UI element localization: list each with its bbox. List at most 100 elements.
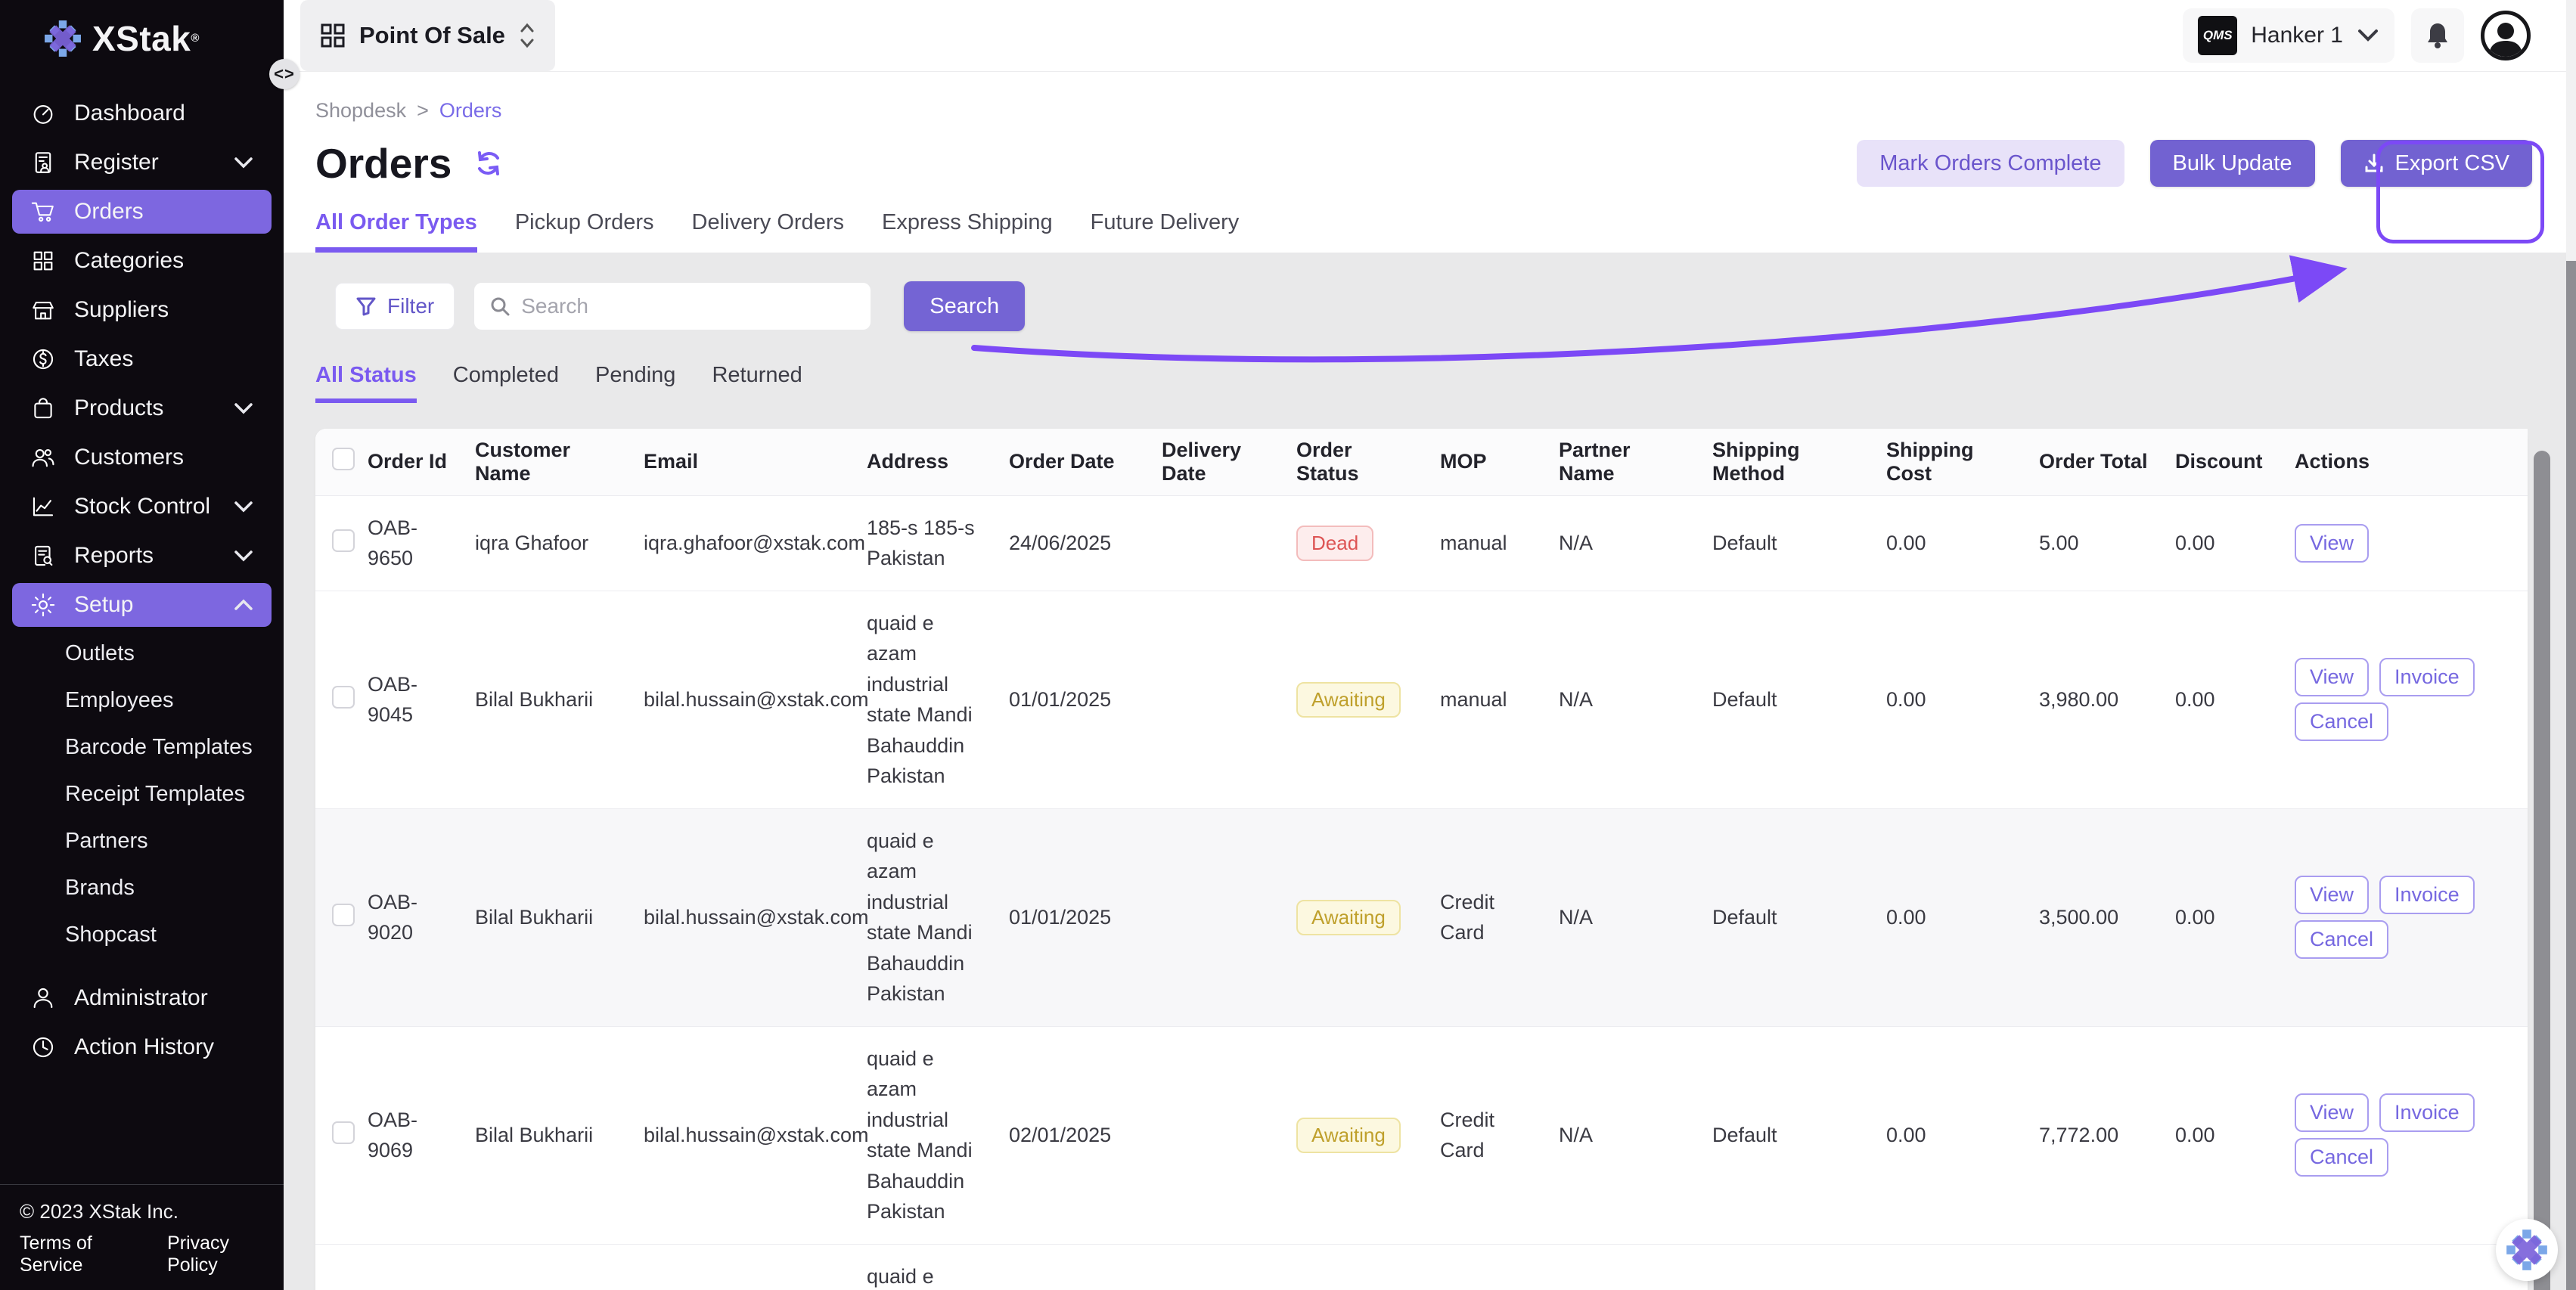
invoice-order-button[interactable]: Invoice	[2379, 876, 2475, 914]
sidebar-item-label: Action History	[74, 1034, 214, 1060]
cell-mop: Credit Card	[1429, 1244, 1548, 1290]
cell-customer-name: iqra Ghafoor	[464, 495, 633, 591]
download-icon	[2363, 153, 2385, 174]
view-order-button[interactable]: View	[2295, 876, 2369, 914]
breadcrumb-orders[interactable]: Orders	[439, 99, 502, 122]
column-header-actions: Actions	[2284, 429, 2528, 495]
sidebar-subitem-outlets[interactable]: Outlets	[0, 632, 284, 675]
notifications-button[interactable]	[2411, 8, 2464, 63]
cell-mop: Credit Card	[1429, 808, 1548, 1026]
select-all-checkbox[interactable]	[332, 448, 355, 470]
xstak-logo-icon	[2506, 1229, 2548, 1271]
cell-order-id: OAB-9045	[357, 591, 464, 808]
column-header-delivery-date: Delivery Date	[1151, 429, 1286, 495]
sidebar-item-categories[interactable]: Categories	[12, 239, 272, 283]
sidebar-item-action-history[interactable]: Action History	[12, 1025, 272, 1069]
cell-email: bilal.hussain@xstak.com	[633, 1026, 856, 1244]
xstak-floating-button[interactable]	[2496, 1219, 2558, 1281]
cell-order-status: Dead	[1286, 495, 1429, 591]
cell-customer-name: Bilal Bukharii	[464, 591, 633, 808]
row-checkbox[interactable]	[332, 904, 355, 926]
cell-order-status: Awaiting	[1286, 1026, 1429, 1244]
chevron-down-icon	[234, 550, 253, 562]
status-tab-all-status[interactable]: All Status	[315, 363, 417, 403]
search-input[interactable]	[521, 294, 855, 318]
table-scrollbar-thumb[interactable]	[2534, 451, 2550, 1290]
registered-mark: ®	[191, 32, 200, 45]
view-order-button[interactable]: View	[2295, 658, 2369, 696]
person-icon	[2484, 14, 2527, 57]
sidebar-item-reports[interactable]: Reports	[12, 534, 272, 578]
suppliers-icon	[30, 297, 56, 323]
view-order-button[interactable]: View	[2295, 524, 2369, 563]
sidebar-subitem-shopcast[interactable]: Shopcast	[0, 913, 284, 957]
sidebar-footer: © 2023 XStak Inc. Terms of Service Priva…	[0, 1184, 284, 1290]
mark-orders-complete-button[interactable]: Mark Orders Complete	[1857, 140, 2124, 187]
search-icon	[489, 296, 511, 317]
tab-pickup-orders[interactable]: Pickup Orders	[515, 210, 654, 253]
search-button[interactable]: Search	[904, 281, 1025, 331]
cell-shipping-cost: 0.00	[1876, 495, 2028, 591]
refresh-icon[interactable]	[474, 149, 503, 178]
sidebar-subitem-brands[interactable]: Brands	[0, 867, 284, 910]
chevron-down-icon	[234, 501, 253, 513]
sidebar-subitem-employees[interactable]: Employees	[0, 679, 284, 722]
user-avatar[interactable]	[2481, 11, 2531, 60]
sidebar-subitem-barcode-templates[interactable]: Barcode Templates	[0, 726, 284, 769]
privacy-policy-link[interactable]: Privacy Policy	[167, 1233, 264, 1276]
sidebar-item-taxes[interactable]: Taxes	[12, 337, 272, 381]
cell-order-id: OAB-9650	[357, 495, 464, 591]
sidebar-item-products[interactable]: Products	[12, 386, 272, 430]
view-order-button[interactable]: View	[2295, 1093, 2369, 1132]
orders-table-card: Order IdCustomer NameEmailAddressOrder D…	[315, 429, 2528, 1290]
cell-delivery-date	[1151, 1026, 1286, 1244]
bulk-update-button[interactable]: Bulk Update	[2150, 140, 2315, 187]
topbar: Point Of Sale QMS Hanker 1	[284, 0, 2576, 72]
cell-shipping-cost: 0.00	[1876, 1244, 2028, 1290]
status-tabs: All Status Completed Pending Returned	[315, 363, 2576, 403]
status-tab-pending[interactable]: Pending	[595, 363, 675, 403]
cancel-order-button[interactable]: Cancel	[2295, 920, 2388, 959]
setup-icon	[30, 592, 56, 618]
cell-order-date: 01/01/2025	[998, 808, 1151, 1026]
tab-future-delivery[interactable]: Future Delivery	[1091, 210, 1240, 253]
table-row-oab-9650: OAB-9650 iqra Ghafoor iqra.ghafoor@xstak…	[315, 495, 2528, 591]
terms-of-service-link[interactable]: Terms of Service	[20, 1233, 135, 1276]
sidebar-item-administrator[interactable]: Administrator	[12, 976, 272, 1020]
products-icon	[30, 395, 56, 421]
cell-customer-name: Bilal Bukharii	[464, 1026, 633, 1244]
tab-delivery-orders[interactable]: Delivery Orders	[692, 210, 844, 253]
status-tab-completed[interactable]: Completed	[453, 363, 559, 403]
app-switcher[interactable]: Point Of Sale	[300, 0, 555, 71]
sidebar-item-register[interactable]: Register	[12, 141, 272, 185]
tab-express-shipping[interactable]: Express Shipping	[882, 210, 1053, 253]
row-checkbox[interactable]	[332, 686, 355, 709]
export-csv-button[interactable]: Export CSV	[2341, 140, 2533, 187]
sidebar-item-setup[interactable]: Setup	[12, 583, 272, 627]
store-switcher[interactable]: QMS Hanker 1	[2183, 8, 2394, 63]
invoice-order-button[interactable]: Invoice	[2379, 658, 2475, 696]
row-checkbox[interactable]	[332, 529, 355, 552]
cell-shipping-method: Default	[1702, 495, 1876, 591]
sidebar-item-dashboard[interactable]: Dashboard	[12, 91, 272, 135]
sidebar-item-orders[interactable]: Orders	[12, 190, 272, 234]
column-header-mop: MOP	[1429, 429, 1548, 495]
cancel-order-button[interactable]: Cancel	[2295, 1138, 2388, 1177]
sidebar-item-customers[interactable]: Customers	[12, 436, 272, 479]
sidebar-item-suppliers[interactable]: Suppliers	[12, 288, 272, 332]
sidebar-subitem-receipt-templates[interactable]: Receipt Templates	[0, 773, 284, 816]
sidebar-collapse-toggle[interactable]: <>	[269, 59, 299, 89]
invoice-order-button[interactable]: Invoice	[2379, 1093, 2475, 1132]
tab-all-order-types[interactable]: All Order Types	[315, 210, 477, 253]
cancel-order-button[interactable]: Cancel	[2295, 702, 2388, 741]
sidebar-item-stock-control[interactable]: Stock Control	[12, 485, 272, 529]
page-scrollbar-thumb[interactable]	[2566, 261, 2576, 1290]
sidebar-item-label: Dashboard	[74, 101, 185, 126]
row-checkbox[interactable]	[332, 1121, 355, 1144]
breadcrumb-shopdesk[interactable]: Shopdesk	[315, 99, 406, 122]
status-tab-returned[interactable]: Returned	[712, 363, 802, 403]
sidebar-subitem-partners[interactable]: Partners	[0, 820, 284, 863]
cell-order-id: OAB-9069	[357, 1026, 464, 1244]
filter-button[interactable]: Filter	[335, 283, 455, 330]
status-badge: Awaiting	[1296, 900, 1401, 935]
